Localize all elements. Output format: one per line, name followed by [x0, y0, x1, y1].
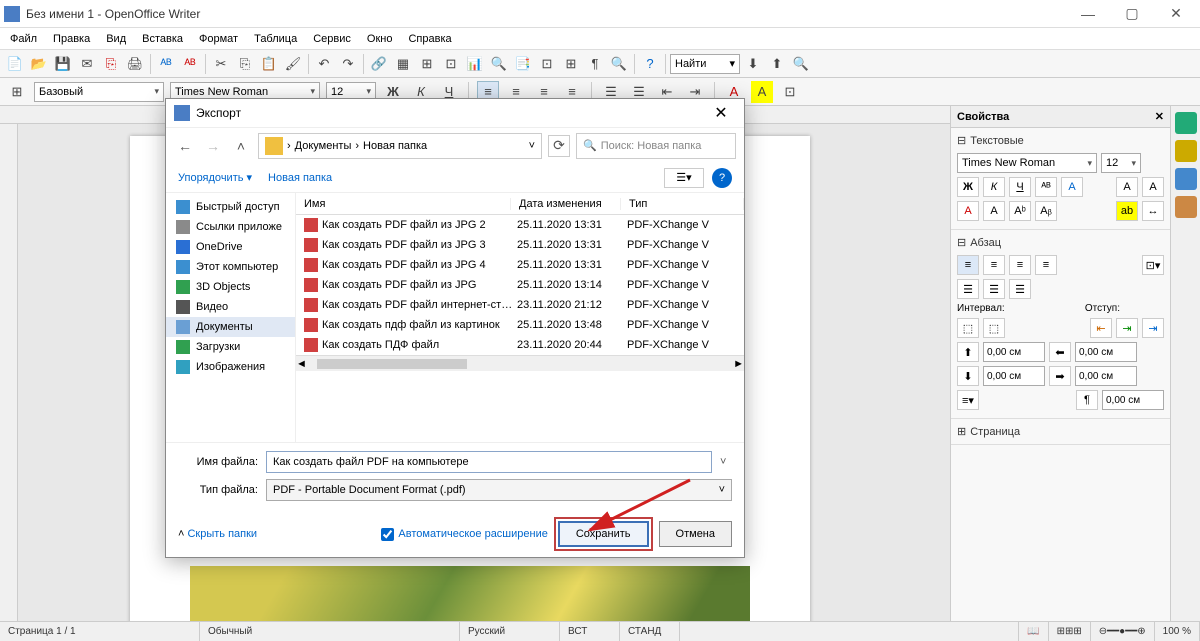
- filename-input[interactable]: [266, 451, 712, 473]
- save-button[interactable]: Сохранить: [558, 521, 649, 547]
- dialog-sidebar: Быстрый доступСсылки приложеOneDriveЭтот…: [166, 193, 296, 442]
- nav-fwd-icon[interactable]: →: [202, 135, 224, 157]
- sidebar-item[interactable]: OneDrive: [166, 237, 295, 257]
- export-dialog: Экспорт ✕ ← → ˄ ›Документы›Новая папка ˅…: [165, 98, 745, 558]
- file-row[interactable]: Как создать PDF файл из JPG 425.11.2020 …: [296, 255, 744, 275]
- filetype-label: Тип файла:: [178, 484, 258, 496]
- file-row[interactable]: Как создать PDF файл из JPG 325.11.2020 …: [296, 235, 744, 255]
- dialog-close-button[interactable]: ✕: [706, 101, 736, 125]
- sidebar-item[interactable]: Видео: [166, 297, 295, 317]
- breadcrumb[interactable]: ›Документы›Новая папка ˅: [258, 133, 542, 159]
- sidebar-item[interactable]: Документы: [166, 317, 295, 337]
- new-folder-button[interactable]: Новая папка: [268, 172, 332, 184]
- folder-icon: [265, 137, 283, 155]
- sidebar-item[interactable]: Быстрый доступ: [166, 197, 295, 217]
- filename-label: Имя файла:: [178, 456, 258, 468]
- dialog-title: Экспорт: [196, 106, 241, 120]
- file-list[interactable]: Имя Дата изменения Тип Как создать PDF ф…: [296, 193, 744, 442]
- hide-folders-toggle[interactable]: ˄ Скрыть папки: [178, 528, 257, 540]
- help-button[interactable]: ?: [712, 168, 732, 188]
- file-row[interactable]: Как создать PDF файл из JPG25.11.2020 13…: [296, 275, 744, 295]
- sidebar-item[interactable]: Этот компьютер: [166, 257, 295, 277]
- col-type[interactable]: Тип: [621, 198, 744, 210]
- refresh-icon[interactable]: ⟳: [548, 135, 570, 157]
- view-mode-button[interactable]: ☰▾: [664, 168, 704, 188]
- file-row[interactable]: Как создать ПДФ файл23.11.2020 20:44PDF-…: [296, 335, 744, 355]
- sidebar-item[interactable]: Ссылки приложе: [166, 217, 295, 237]
- sidebar-item[interactable]: 3D Objects: [166, 277, 295, 297]
- auto-extension-checkbox[interactable]: Автоматическое расширение: [381, 528, 547, 541]
- file-row[interactable]: Как создать PDF файл из JPG 225.11.2020 …: [296, 215, 744, 235]
- col-date[interactable]: Дата изменения: [511, 198, 621, 210]
- file-row[interactable]: Как создать PDF файл интернет-страни...2…: [296, 295, 744, 315]
- hscrollbar[interactable]: ◄►: [296, 355, 744, 371]
- sidebar-item[interactable]: Изображения: [166, 357, 295, 377]
- col-name[interactable]: Имя: [296, 198, 511, 210]
- organize-menu[interactable]: Упорядочить ▾: [178, 171, 252, 184]
- dialog-icon: [174, 105, 190, 121]
- nav-back-icon[interactable]: ←: [174, 135, 196, 157]
- file-row[interactable]: Как создать пдф файл из картинок25.11.20…: [296, 315, 744, 335]
- filetype-select[interactable]: PDF - Portable Document Format (.pdf)˅: [266, 479, 732, 501]
- nav-up-icon[interactable]: ˄: [230, 135, 252, 157]
- cancel-button[interactable]: Отмена: [659, 521, 732, 547]
- search-input[interactable]: 🔍 Поиск: Новая папка: [576, 133, 736, 159]
- sidebar-item[interactable]: Загрузки: [166, 337, 295, 357]
